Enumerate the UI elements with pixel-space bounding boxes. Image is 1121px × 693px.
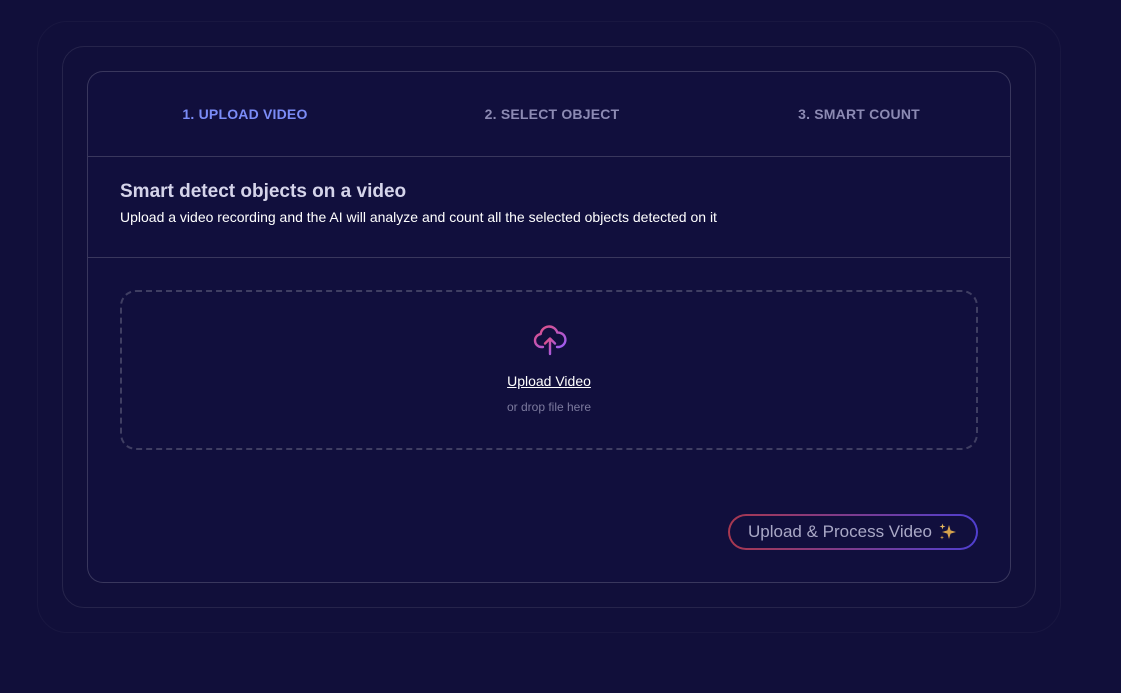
upload-process-button[interactable]: Upload & Process Video: [728, 514, 978, 550]
tab-upload-video[interactable]: 1. UPLOAD VIDEO: [182, 106, 307, 122]
tab-select-object[interactable]: 2. SELECT OBJECT: [485, 106, 620, 122]
cloud-upload-icon[interactable]: [532, 322, 568, 358]
upload-process-label: Upload & Process Video: [748, 522, 932, 541]
wizard-card: 1. UPLOAD VIDEO 2. SELECT OBJECT 3. SMAR…: [87, 71, 1011, 583]
video-dropzone[interactable]: [120, 290, 978, 450]
intro-section: Smart detect objects on a video Upload a…: [88, 157, 1010, 258]
drop-hint-text: or drop file here: [506, 400, 592, 414]
page-title: Smart detect objects on a video: [120, 181, 407, 202]
upload-video-link[interactable]: Upload Video: [88, 373, 1010, 389]
step-tabs: 1. UPLOAD VIDEO 2. SELECT OBJECT 3. SMAR…: [88, 72, 1010, 157]
tab-smart-count[interactable]: 3. SMART COUNT: [798, 106, 920, 122]
page-description: Upload a video recording and the AI will…: [120, 209, 717, 225]
sparkle-icon: [939, 523, 956, 540]
